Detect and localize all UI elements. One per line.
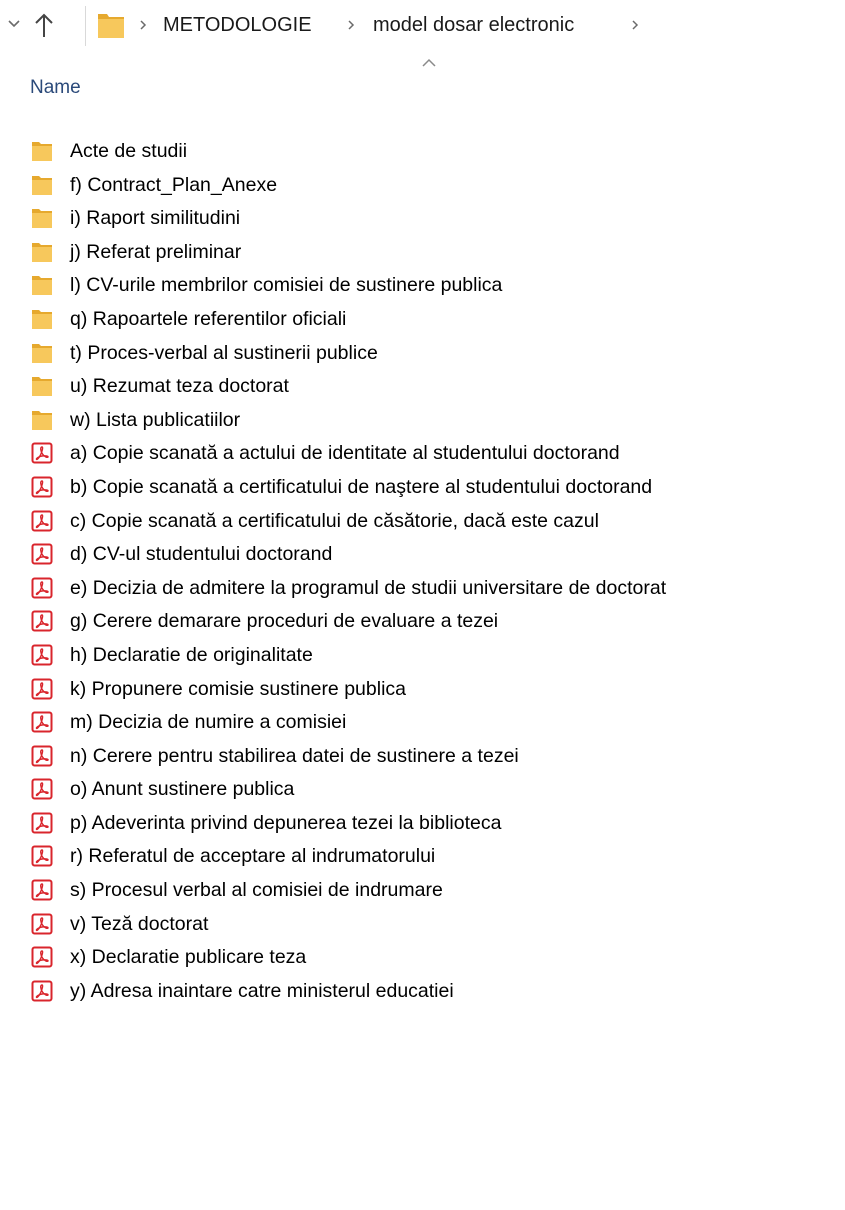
file-row[interactable]: c) Copie scanată a certificatului de căs… — [0, 504, 845, 538]
folder-row[interactable]: f) Contract_Plan_Anexe — [0, 168, 845, 202]
file-row[interactable]: b) Copie scanată a certificatului de naş… — [0, 470, 845, 504]
item-name: w) Lista publicatiilor — [70, 408, 241, 431]
item-name: v) Teză doctorat — [70, 912, 209, 935]
file-row[interactable]: x) Declaratie publicare teza — [0, 940, 845, 974]
item-name: a) Copie scanată a actului de identitate… — [70, 442, 620, 465]
pdf-icon — [30, 878, 54, 902]
pdf-icon — [30, 844, 54, 868]
item-name: m) Decizia de numire a comisiei — [70, 711, 347, 734]
item-name: u) Rezumat teza doctorat — [70, 375, 289, 398]
file-row[interactable]: h) Declaratie de originalitate — [0, 638, 845, 672]
file-row[interactable]: r) Referatul de acceptare al indrumatoru… — [0, 839, 845, 873]
folder-icon — [30, 273, 54, 297]
pdf-icon — [30, 710, 54, 734]
item-name: h) Declaratie de originalitate — [70, 643, 313, 666]
pdf-icon — [30, 576, 54, 600]
folder-row[interactable]: Acte de studii — [0, 134, 845, 168]
file-row[interactable]: y) Adresa inaintare catre ministerul edu… — [0, 974, 845, 1008]
folder-row[interactable]: w) Lista publicatiilor — [0, 403, 845, 437]
file-row[interactable]: d) CV-ul studentului doctorand — [0, 537, 845, 571]
item-name: y) Adresa inaintare catre ministerul edu… — [70, 979, 454, 1002]
item-name: t) Proces-verbal al sustinerii publice — [70, 341, 378, 364]
sort-ascending-icon — [422, 58, 436, 67]
folder-icon — [30, 374, 54, 398]
folder-row[interactable]: i) Raport similitudini — [0, 201, 845, 235]
item-name: j) Referat preliminar — [70, 240, 242, 263]
file-row[interactable]: o) Anunt sustinere publica — [0, 772, 845, 806]
pdf-icon — [30, 912, 54, 936]
item-name: q) Rapoartele referentilor oficiali — [70, 307, 347, 330]
pdf-icon — [30, 441, 54, 465]
pdf-icon — [30, 677, 54, 701]
item-name: Acte de studii — [70, 140, 188, 162]
folder-row[interactable]: t) Proces-verbal al sustinerii publice — [0, 336, 845, 370]
item-name: i) Raport similitudini — [70, 207, 241, 230]
pdf-icon — [30, 475, 54, 499]
item-name: r) Referatul de acceptare al indrumatoru… — [70, 845, 436, 868]
item-name: n) Cerere pentru stabilirea datei de sus… — [70, 744, 519, 767]
folder-row[interactable]: l) CV-urile membrilor comisiei de sustin… — [0, 268, 845, 302]
breadcrumb-separator-icon[interactable] — [136, 17, 150, 33]
item-name: g) Cerere demarare proceduri de evaluare… — [70, 610, 499, 633]
file-row[interactable]: s) Procesul verbal al comisiei de indrum… — [0, 873, 845, 907]
item-name: s) Procesul verbal al comisiei de indrum… — [70, 879, 443, 902]
file-row[interactable]: k) Propunere comisie sustinere publica — [0, 672, 845, 706]
pdf-icon — [30, 643, 54, 667]
file-row[interactable]: p) Adeverinta privind depunerea tezei la… — [0, 806, 845, 840]
pdf-icon — [30, 542, 54, 566]
address-bar[interactable]: METODOLOGIE model dosar electronic — [0, 0, 845, 52]
folder-row[interactable]: u) Rezumat teza doctorat — [0, 369, 845, 403]
item-name: o) Anunt sustinere publica — [70, 778, 295, 801]
item-name: p) Adeverinta privind depunerea tezei la… — [70, 811, 502, 834]
breadcrumb-separator-icon[interactable] — [628, 17, 642, 33]
file-list: Acte de studii f) Contract_Plan_Anexe i) R… — [0, 134, 845, 1007]
folder-icon — [30, 173, 54, 197]
item-name: e) Decizia de admitere la programul de s… — [70, 576, 667, 599]
breadcrumb-separator-icon[interactable] — [344, 17, 358, 33]
item-name: l) CV-urile membrilor comisiei de sustin… — [70, 274, 503, 297]
pdf-icon — [30, 609, 54, 633]
item-name: d) CV-ul studentului doctorand — [70, 543, 333, 566]
folder-icon — [30, 307, 54, 331]
breadcrumb-model-dosar-electronic[interactable]: model dosar electronic — [373, 13, 574, 37]
folder-icon — [30, 408, 54, 432]
pdf-icon — [30, 979, 54, 1003]
address-separator — [85, 6, 86, 46]
item-name: k) Propunere comisie sustinere publica — [70, 677, 406, 700]
recent-locations-chevron-icon[interactable] — [6, 16, 22, 32]
folder-icon — [30, 341, 54, 365]
file-row[interactable]: e) Decizia de admitere la programul de s… — [0, 571, 845, 605]
pdf-icon — [30, 744, 54, 768]
file-row[interactable]: a) Copie scanată a actului de identitate… — [0, 436, 845, 470]
item-name: f) Contract_Plan_Anexe — [70, 173, 278, 196]
name-column-header[interactable]: Name — [30, 77, 81, 99]
file-row[interactable]: m) Decizia de numire a comisiei — [0, 705, 845, 739]
pdf-icon — [30, 811, 54, 835]
breadcrumb-metodologie[interactable]: METODOLOGIE — [163, 13, 312, 37]
pdf-icon — [30, 509, 54, 533]
item-name: b) Copie scanată a certificatului de naş… — [70, 475, 653, 498]
file-row[interactable]: g) Cerere demarare proceduri de evaluare… — [0, 604, 845, 638]
file-row[interactable]: v) Teză doctorat — [0, 907, 845, 941]
file-row[interactable]: n) Cerere pentru stabilirea datei de sus… — [0, 739, 845, 773]
pdf-icon — [30, 945, 54, 969]
pdf-icon — [30, 777, 54, 801]
item-name: x) Declaratie publicare teza — [70, 946, 307, 969]
folder-row[interactable]: q) Rapoartele referentilor oficiali — [0, 302, 845, 336]
item-name: c) Copie scanată a certificatului de căs… — [70, 509, 599, 532]
folder-icon — [30, 240, 54, 264]
folder-icon — [30, 206, 54, 230]
folder-icon — [30, 139, 54, 163]
folder-row[interactable]: j) Referat preliminar — [0, 235, 845, 269]
up-arrow-icon[interactable] — [33, 11, 55, 39]
folder-icon — [98, 14, 124, 38]
